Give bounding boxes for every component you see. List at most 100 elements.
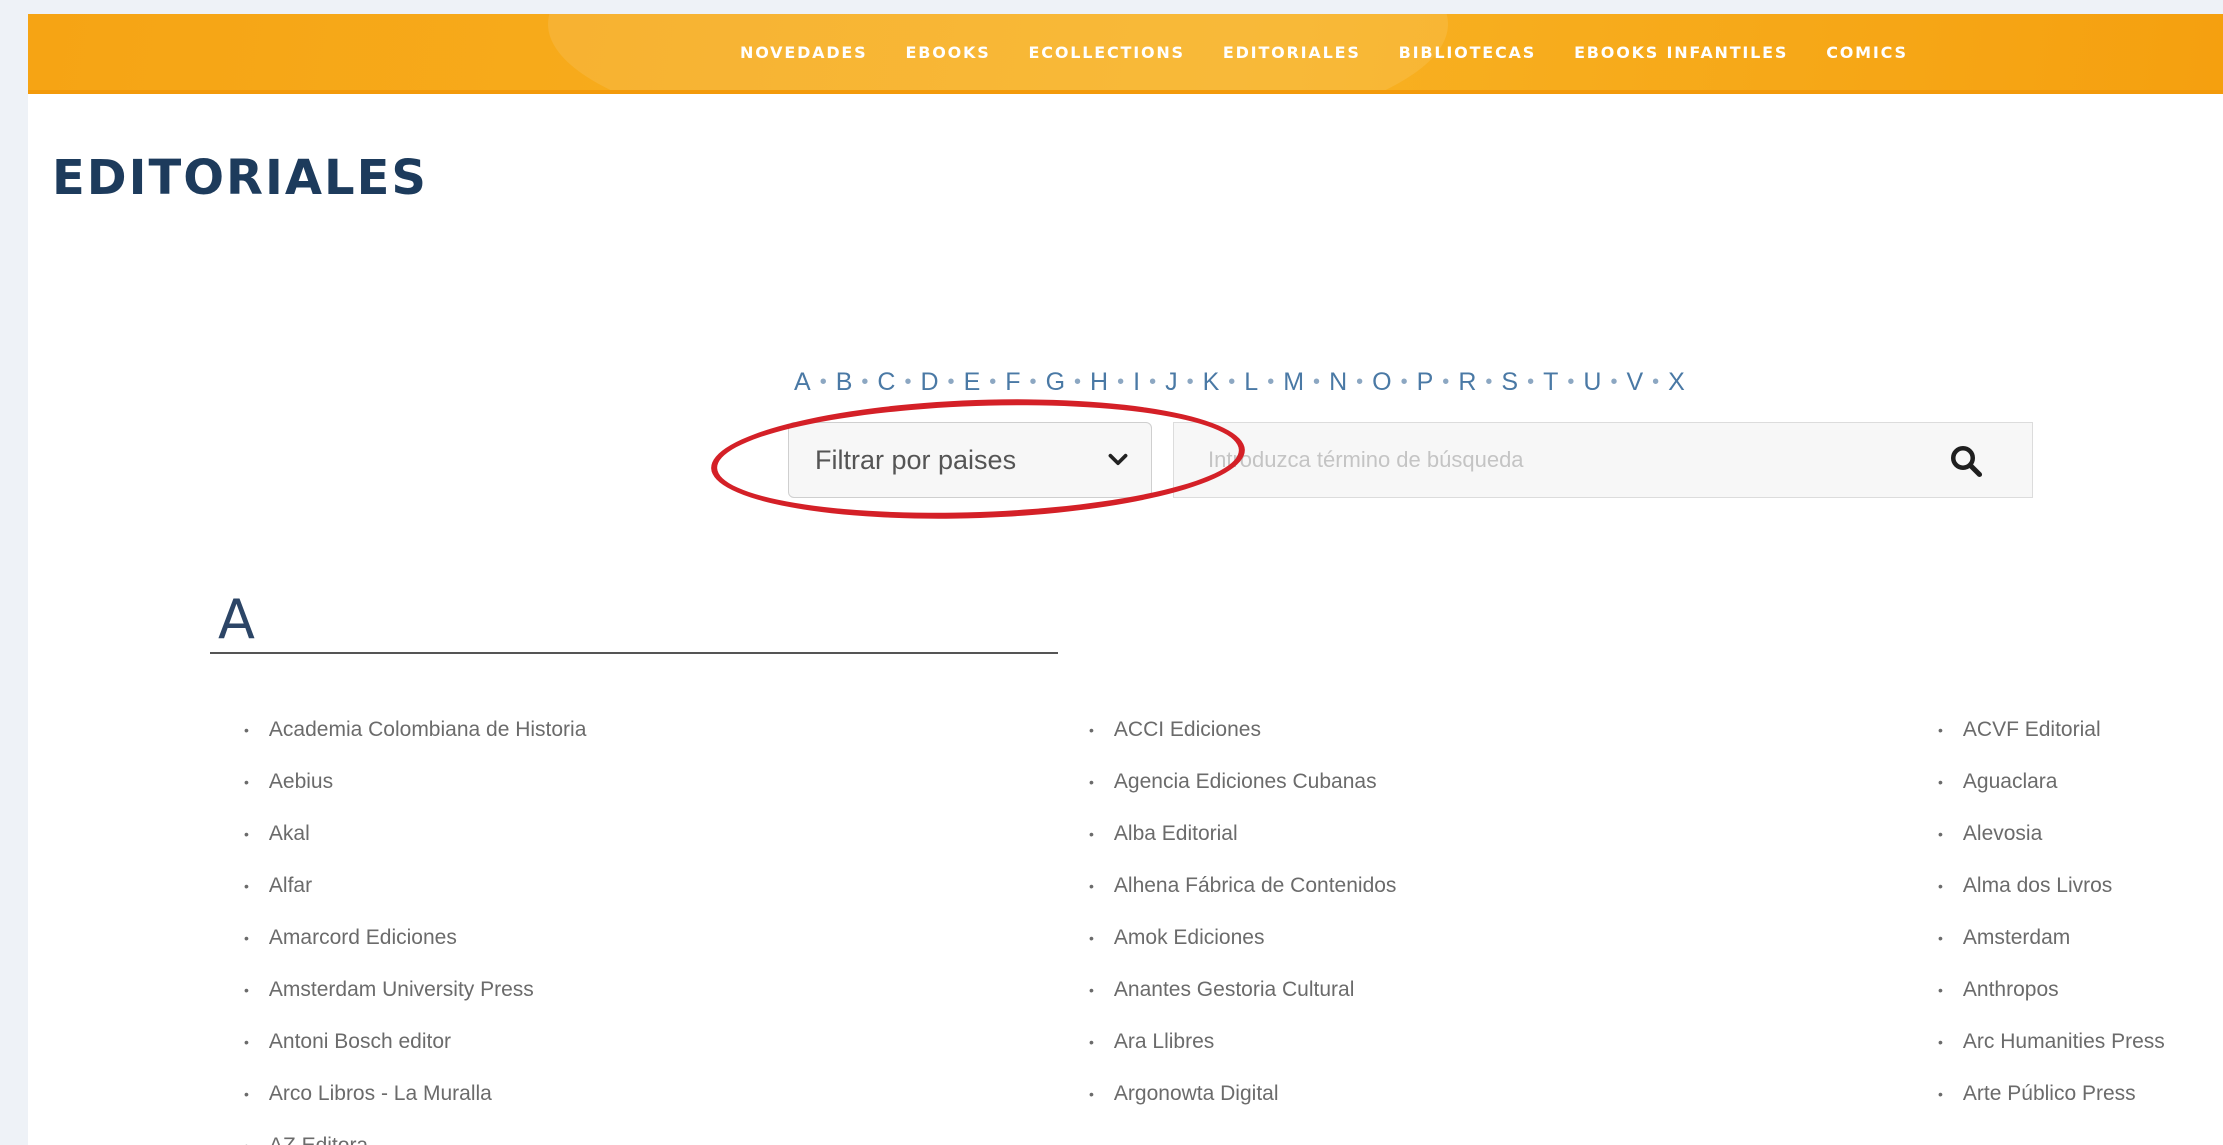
publisher-link[interactable]: Aguaclara xyxy=(1963,770,2058,794)
alphabet-separator: • xyxy=(1313,371,1321,393)
nav-item[interactable]: EBOOKS INFANTILES xyxy=(1574,43,1788,62)
publisher-list-item: • Arc Humanities Press xyxy=(1938,1016,2165,1068)
publisher-list-item: • Amsterdam University Press xyxy=(244,964,586,1016)
alphabet-letter-link[interactable]: J xyxy=(1165,368,1178,397)
publisher-link[interactable]: Anantes Gestoria Cultural xyxy=(1114,978,1354,1002)
nav-item[interactable]: EDITORIALES xyxy=(1223,43,1361,62)
alphabet-letter-link[interactable]: X xyxy=(1668,368,1685,397)
alphabet-letter-link[interactable]: M xyxy=(1283,368,1304,397)
alphabet-letter-link[interactable]: V xyxy=(1626,368,1643,397)
publisher-list-item: • Aguaclara xyxy=(1938,756,2165,808)
alphabet-separator: • xyxy=(989,371,997,393)
alphabet-letter-link[interactable]: N xyxy=(1329,368,1347,397)
search-icon[interactable] xyxy=(1948,443,1984,479)
publisher-list-item: • Alba Editorial xyxy=(1089,808,1396,860)
bullet-icon: • xyxy=(1089,826,1094,842)
alphabet-letter-link[interactable]: B xyxy=(836,368,853,397)
bullet-icon: • xyxy=(1938,826,1943,842)
nav-item[interactable]: COMICS xyxy=(1826,43,1908,62)
publisher-column-3: • ACVF Editorial • Aguaclara • Alevosia • Alma … xyxy=(1938,704,2165,1120)
alphabet-letter-link[interactable]: G xyxy=(1046,368,1065,397)
alphabet-letter-link[interactable]: U xyxy=(1583,368,1601,397)
nav-item[interactable]: EBOOKS xyxy=(905,43,990,62)
publisher-link[interactable]: Akal xyxy=(269,822,310,846)
alphabet-separator: • xyxy=(1029,371,1037,393)
bullet-icon: • xyxy=(244,982,249,998)
publisher-column-1: • Academia Colombiana de Historia • Aebius •… xyxy=(244,704,586,1145)
publisher-link[interactable]: Amarcord Ediciones xyxy=(269,926,457,950)
alphabet-letter-link[interactable]: I xyxy=(1133,368,1140,397)
publisher-link[interactable]: Anthropos xyxy=(1963,978,2059,1002)
top-navigation-bar: NOVEDADES EBOOKS ECOLLECTIONS EDITORIALES BI… xyxy=(28,14,2223,94)
publisher-link[interactable]: ACVF Editorial xyxy=(1963,718,2101,742)
publisher-list-item: • Amarcord Ediciones xyxy=(244,912,586,964)
search-input[interactable] xyxy=(1174,423,1914,497)
alphabet-separator: • xyxy=(1074,371,1082,393)
publisher-list-item: • Alhena Fábrica de Contenidos xyxy=(1089,860,1396,912)
publisher-link[interactable]: Agencia Ediciones Cubanas xyxy=(1114,770,1377,794)
alphabet-letter-link[interactable]: C xyxy=(877,368,895,397)
alphabet-letter-link[interactable]: H xyxy=(1090,368,1108,397)
alphabet-separator: • xyxy=(1485,371,1493,393)
nav-item[interactable]: ECOLLECTIONS xyxy=(1029,43,1185,62)
country-filter-label: Filtrar por paises xyxy=(815,444,1017,475)
alphabet-separator: • xyxy=(1527,371,1535,393)
main-nav: NOVEDADES EBOOKS ECOLLECTIONS EDITORIALES BI… xyxy=(740,14,1946,90)
publisher-link[interactable]: Alba Editorial xyxy=(1114,822,1238,846)
publisher-link[interactable]: AZ Editora xyxy=(269,1134,368,1145)
publisher-link[interactable]: ACCI Ediciones xyxy=(1114,718,1261,742)
publisher-list-item: • Akal xyxy=(244,808,586,860)
publisher-list-item: • Alevosia xyxy=(1938,808,2165,860)
publisher-link[interactable]: Alevosia xyxy=(1963,822,2042,846)
section-divider xyxy=(210,652,1058,654)
alphabet-letter-link[interactable]: D xyxy=(920,368,938,397)
publisher-link[interactable]: Aebius xyxy=(269,770,333,794)
alphabet-letter-link[interactable]: R xyxy=(1458,368,1476,397)
publisher-link[interactable]: Arc Humanities Press xyxy=(1963,1030,2165,1054)
alphabet-letter-link[interactable]: S xyxy=(1501,368,1518,397)
publisher-link[interactable]: Amsterdam University Press xyxy=(269,978,534,1002)
bullet-icon: • xyxy=(244,1086,249,1102)
alphabet-letter-link[interactable]: T xyxy=(1543,368,1558,397)
alphabet-letter-link[interactable]: F xyxy=(1005,368,1020,397)
alphabet-separator: • xyxy=(819,371,827,393)
publisher-link[interactable]: Arco Libros - La Muralla xyxy=(269,1082,492,1106)
publisher-link[interactable]: Alma dos Livros xyxy=(1963,874,2112,898)
country-filter-select[interactable]: Filtrar por paises xyxy=(788,422,1152,498)
publisher-link[interactable]: Amok Ediciones xyxy=(1114,926,1265,950)
publisher-list-item: • Anantes Gestoria Cultural xyxy=(1089,964,1396,1016)
alphabet-letter-link[interactable]: E xyxy=(964,368,981,397)
bullet-icon: • xyxy=(1938,774,1943,790)
bullet-icon: • xyxy=(1089,878,1094,894)
page: NOVEDADES EBOOKS ECOLLECTIONS EDITORIALES BI… xyxy=(28,14,2223,1145)
nav-item[interactable]: NOVEDADES xyxy=(740,43,867,62)
publisher-list-item: • Agencia Ediciones Cubanas xyxy=(1089,756,1396,808)
publisher-link[interactable]: Arte Público Press xyxy=(1963,1082,2136,1106)
alphabet-separator: • xyxy=(1567,371,1575,393)
publisher-link[interactable]: Ara Llibres xyxy=(1114,1030,1214,1054)
bullet-icon: • xyxy=(1089,1034,1094,1050)
publisher-link[interactable]: Antoni Bosch editor xyxy=(269,1030,451,1054)
bullet-icon: • xyxy=(244,1034,249,1050)
alphabet-letter-link[interactable]: K xyxy=(1203,368,1220,397)
publisher-link[interactable]: Academia Colombiana de Historia xyxy=(269,718,587,742)
publisher-list-item: • Academia Colombiana de Historia xyxy=(244,704,586,756)
alphabet-letter-link[interactable]: L xyxy=(1244,368,1258,397)
bullet-icon: • xyxy=(1089,930,1094,946)
alphabet-letter-link[interactable]: A xyxy=(794,368,811,397)
bullet-icon: • xyxy=(1089,1086,1094,1102)
nav-item[interactable]: BIBLIOTECAS xyxy=(1399,43,1536,62)
publisher-list-item: • Antoni Bosch editor xyxy=(244,1016,586,1068)
bullet-icon: • xyxy=(1938,982,1943,998)
bullet-icon: • xyxy=(1938,1086,1943,1102)
publisher-link[interactable]: Alhena Fábrica de Contenidos xyxy=(1114,874,1397,898)
publisher-list-item: • Alfar xyxy=(244,860,586,912)
publisher-link[interactable]: Argonowta Digital xyxy=(1114,1082,1279,1106)
publisher-list-item: • Arco Libros - La Muralla xyxy=(244,1068,586,1120)
bullet-icon: • xyxy=(1938,1034,1943,1050)
chevron-down-icon xyxy=(1108,453,1128,466)
alphabet-letter-link[interactable]: O xyxy=(1372,368,1391,397)
publisher-link[interactable]: Amsterdam xyxy=(1963,926,2070,950)
publisher-link[interactable]: Alfar xyxy=(269,874,312,898)
alphabet-letter-link[interactable]: P xyxy=(1417,368,1434,397)
